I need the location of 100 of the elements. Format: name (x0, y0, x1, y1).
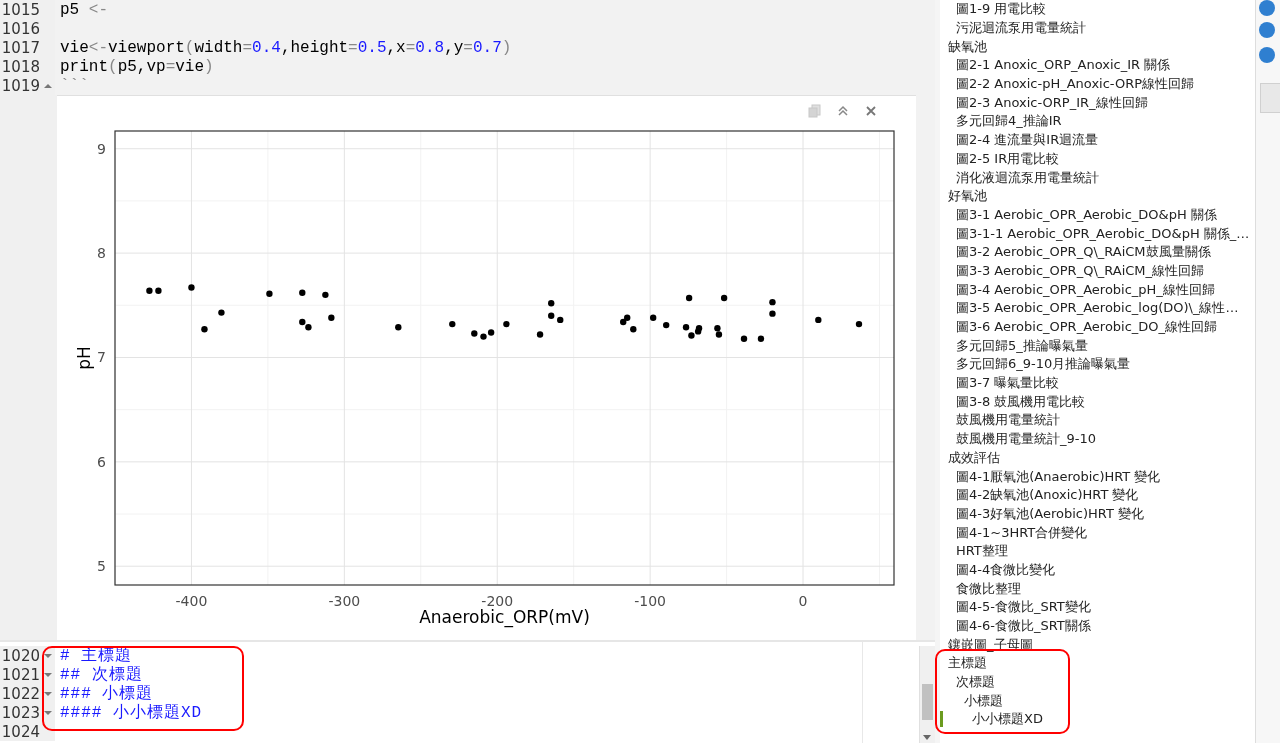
line-number: 1018 (0, 57, 40, 76)
outline-item[interactable]: 缺氧池 (948, 37, 987, 56)
outline-item[interactable]: 圖4-6-食微比_SRT關係 (948, 617, 1091, 636)
outline-item[interactable]: 成效評估 (948, 448, 1000, 467)
outline-item[interactable]: 食微比整理 (948, 579, 1021, 598)
outline-item[interactable]: 圖4-5-食微比_SRT變化 (948, 598, 1091, 617)
y-tick-label: 8 (97, 245, 106, 262)
outline-item[interactable]: 圖1-9 用電比較 (948, 0, 1047, 19)
data-point (855, 320, 863, 328)
outline-item[interactable]: 圖2-1 Anoxic_ORP_Anoxic_IR 關係 (948, 56, 1171, 75)
line-number: 1015 (0, 0, 40, 19)
scrollbar[interactable] (919, 646, 935, 743)
outline-item[interactable]: 圖3-6 Aerobic_OPR_Aerobic_DO_線性回歸 (948, 318, 1218, 337)
data-point (740, 335, 748, 342)
outline-item[interactable]: 小小標題XD (948, 710, 1043, 729)
outline-item[interactable]: 圖4-1~3HRT合併變化 (948, 523, 1088, 542)
data-point (299, 289, 306, 296)
scroll-down-icon[interactable] (923, 735, 931, 740)
outline-item[interactable]: 圖3-1-1 Aerobic_OPR_Aerobic_DO&pH 關係_… (948, 224, 1250, 243)
close-icon[interactable] (864, 104, 878, 118)
data-point (769, 310, 776, 317)
data-point (266, 290, 273, 297)
outline-item[interactable]: 圖3-8 鼓風機用電比較 (948, 392, 1086, 411)
circle-icon[interactable] (1259, 22, 1275, 38)
fold-icon[interactable] (44, 690, 52, 697)
code-line: print(p5,vp=vie) (59, 57, 214, 76)
y-tick-label: 6 (97, 453, 106, 470)
data-point (720, 294, 728, 302)
outline-item[interactable]: 多元回歸5_推論曝氣量 (948, 336, 1088, 355)
fold-icon[interactable] (44, 82, 52, 89)
data-point (146, 287, 153, 294)
outline-item[interactable]: 圖4-3好氧池(Aerobic)HRT 變化 (948, 504, 1144, 523)
outline-item[interactable]: 圖2-5 IR用電比較 (948, 149, 1060, 168)
x-tick-label: -300 (328, 593, 361, 609)
code-line: ## 次標題 (59, 665, 143, 685)
x-axis-title: Anaerobic_ORP(mV) (419, 607, 590, 627)
code-line: vie<-viewport(width=0.4,height=0.5,x=0.8,y=0.7) (59, 38, 512, 57)
outline-item[interactable]: 圖4-4食微比變化 (948, 560, 1056, 579)
collapse-icon[interactable] (836, 104, 850, 118)
outline-item[interactable]: 圖2-2 Anoxic-pH_Anoxic-ORP線性回歸 (948, 75, 1195, 94)
outline-item[interactable]: HRT整理 (948, 542, 1008, 561)
code-line: p5 <- (59, 0, 108, 19)
outline-item[interactable]: 圖3-7 曝氣量比較 (948, 374, 1060, 393)
outline-item[interactable]: 鼓風機用電量統計_9-10 (948, 430, 1096, 449)
outline-item[interactable]: 污泥迴流泵用電量統計 (948, 19, 1086, 38)
outline-item[interactable]: 圖3-2 Aerobic_OPR_Q\_RAiCM鼓風量關係 (948, 243, 1211, 262)
outline-item[interactable]: 鼓風機用電量統計 (948, 411, 1060, 430)
outline-item[interactable]: 多元回歸6_9-10月推論曝氣量 (948, 355, 1131, 374)
data-point (449, 320, 456, 328)
outline-item[interactable]: 圖3-4 Aerobic_OPR_Aerobic_pH_線性回歸 (948, 280, 1215, 299)
data-point (815, 316, 822, 324)
data-point (536, 331, 544, 338)
x-tick-label: -400 (175, 593, 208, 609)
data-point (557, 316, 564, 324)
data-point (757, 335, 765, 342)
outline-item[interactable]: 圖3-5 Aerobic_OPR_Aerobic_log(DO)\_線性… (948, 299, 1239, 318)
y-tick-label: 7 (97, 349, 106, 366)
outline-item[interactable]: 圖2-4 進流量與IR迴流量 (948, 131, 1099, 150)
fold-icon[interactable] (44, 671, 52, 678)
data-point (503, 320, 510, 328)
data-point (650, 314, 657, 321)
outline-item[interactable]: 消化液迴流泵用電量統計 (948, 168, 1099, 187)
data-point (630, 326, 637, 333)
data-point (218, 309, 225, 316)
outline-item[interactable]: 圖3-1 Aerobic_OPR_Aerobic_DO&pH 關係 (948, 205, 1217, 224)
line-number: 1020 (0, 646, 40, 665)
data-point (548, 300, 555, 307)
line-number: 1017 (0, 38, 40, 57)
line-number: 1016 (0, 19, 40, 38)
x-tick-label: -200 (481, 593, 514, 609)
y-tick-label: 5 (97, 558, 106, 575)
outline-item[interactable]: 次標題 (948, 673, 995, 692)
line-number: 1019 (0, 76, 40, 95)
outline-item[interactable]: 圖4-1厭氧池(Anaerobic)HRT 變化 (948, 467, 1161, 486)
outline-item[interactable]: 小標題 (948, 691, 1003, 710)
line-number: 1021 (0, 665, 40, 684)
x-tick-label: -100 (634, 593, 666, 609)
outline-item[interactable]: 好氧池 (948, 187, 987, 206)
data-point (471, 330, 478, 337)
data-point (663, 321, 670, 329)
data-point (395, 324, 402, 331)
outline-item[interactable]: 圖2-3 Anoxic-ORP_IR_線性回歸 (948, 93, 1148, 112)
data-point (328, 314, 335, 321)
data-point (155, 287, 162, 294)
y-axis-title: pH (74, 346, 94, 370)
x-tick-label: 0 (798, 593, 808, 609)
outline-item[interactable]: 圖3-3 Aerobic_OPR_Q\_RAiCM_線性回歸 (948, 261, 1205, 280)
fold-icon[interactable] (44, 709, 52, 716)
circle-icon[interactable] (1259, 0, 1275, 16)
circle-icon[interactable] (1259, 47, 1275, 63)
y-tick-label: 9 (97, 140, 106, 157)
data-point (685, 294, 693, 302)
code-line: ### 小標題 (59, 684, 154, 704)
outline-item[interactable]: 多元回歸4_推論IR (948, 112, 1062, 131)
code-line: ``` (59, 76, 89, 95)
fold-icon[interactable] (44, 652, 52, 659)
code-line: #### 小小標題XD (59, 703, 203, 723)
outline-item[interactable]: 主標題 (948, 654, 987, 673)
data-point (769, 298, 776, 306)
outline-item[interactable]: 圖4-2缺氧池(Anoxic)HRT 變化 (948, 486, 1139, 505)
